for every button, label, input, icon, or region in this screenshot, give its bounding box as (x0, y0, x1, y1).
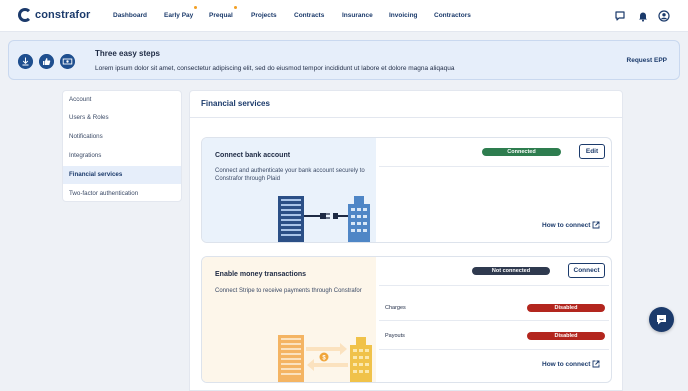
banner-title: Three easy steps (95, 49, 160, 58)
payouts-label: Payouts (385, 333, 405, 339)
external-link-icon[interactable] (592, 360, 600, 368)
title-divider (190, 117, 622, 118)
top-navigation-bar: constrafor Dashboard Early Pay Prequal P… (0, 0, 688, 32)
nav-item-dashboard[interactable]: Dashboard (113, 12, 147, 19)
notification-dot-icon (233, 6, 237, 9)
sidebar-item-integrations[interactable]: Integrations (63, 147, 181, 165)
row-divider (379, 349, 609, 350)
row-divider (379, 320, 609, 321)
bank-connect-illustration (278, 196, 370, 242)
card-divider (379, 285, 609, 286)
nav-item-label: Early Pay (164, 12, 194, 19)
how-to-connect-link[interactable]: How to connect (542, 361, 590, 368)
nav-item-contractors[interactable]: Contractors (434, 12, 471, 19)
card-description: Connect Stripe to receive payments throu… (215, 288, 362, 294)
charges-label: Charges (385, 305, 406, 311)
page-title: Financial services (201, 99, 270, 108)
nav-item-insurance[interactable]: Insurance (342, 12, 373, 19)
bank-card-info-panel: Connect bank account Connect and authent… (202, 138, 376, 242)
request-epp-link[interactable]: Request EPP (627, 57, 667, 64)
card-divider (379, 166, 609, 167)
nav-item-projects[interactable]: Projects (251, 12, 277, 19)
nav-item-prequal[interactable]: Prequal (209, 6, 237, 19)
card-title: Enable money transactions (215, 271, 307, 278)
notification-dot-icon (194, 6, 198, 9)
bank-account-card: Connect bank account Connect and authent… (201, 137, 612, 243)
nav-item-contracts[interactable]: Contracts (294, 12, 324, 19)
sidebar-item-financial-services[interactable]: Financial services (63, 166, 181, 184)
user-account-icon[interactable] (658, 10, 670, 22)
money-card-info-panel: Enable money transactions Connect Stripe… (202, 257, 376, 382)
financial-services-panel: Financial services Connect bank account … (189, 90, 623, 391)
money-icon (60, 54, 75, 69)
nav-item-label: Prequal (209, 12, 233, 19)
logo-mark-icon (18, 8, 32, 22)
support-chat-button[interactable] (649, 307, 674, 332)
status-badge: Not connected (472, 267, 550, 275)
settings-sidebar: Account Users & Roles Notifications Inte… (62, 90, 182, 202)
sidebar-item-users-roles[interactable]: Users & Roles (63, 109, 181, 127)
sidebar-item-account[interactable]: Account (63, 91, 181, 109)
money-transfer-illustration: $ (278, 335, 372, 382)
info-banner: Three easy steps Lorem ipsum dolor sit a… (8, 40, 680, 80)
status-badge: Connected (482, 148, 561, 156)
nav-item-invoicing[interactable]: Invoicing (389, 12, 418, 19)
sidebar-item-notifications[interactable]: Notifications (63, 128, 181, 146)
brand-name: constrafor (35, 9, 91, 21)
charges-status-badge: Disabled (527, 304, 605, 312)
banner-text: Lorem ipsum dolor sit amet, consectetur … (95, 65, 455, 72)
nav-item-early-pay[interactable]: Early Pay (164, 6, 198, 19)
card-title: Connect bank account (215, 152, 291, 159)
money-transactions-card: Enable money transactions Connect Stripe… (201, 256, 612, 383)
sidebar-item-two-factor-authentication[interactable]: Two-factor authentication (63, 185, 181, 203)
constrafor-logo[interactable]: constrafor (18, 8, 90, 22)
external-link-icon[interactable] (592, 221, 600, 229)
card-description: Connect and authenticate your bank accou… (215, 168, 365, 182)
bell-icon[interactable] (637, 10, 649, 22)
download-icon (18, 54, 33, 69)
chat-icon[interactable] (614, 10, 626, 22)
connect-button[interactable]: Connect (568, 263, 605, 278)
thumbs-up-icon (39, 54, 54, 69)
edit-button[interactable]: Edit (579, 144, 605, 159)
chat-bubble-icon (657, 315, 666, 325)
how-to-connect-link[interactable]: How to connect (542, 222, 590, 229)
payouts-status-badge: Disabled (527, 332, 605, 340)
